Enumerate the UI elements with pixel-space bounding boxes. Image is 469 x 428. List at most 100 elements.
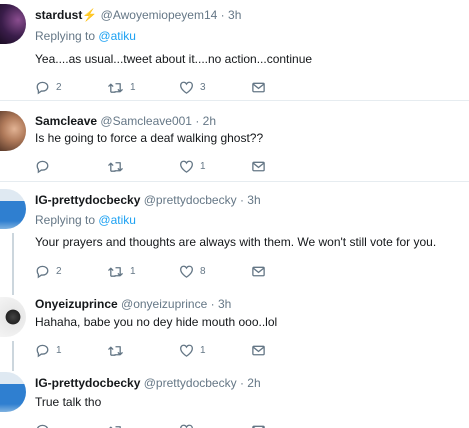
retweet-icon (108, 345, 123, 356)
like-button[interactable]: 1 (179, 158, 206, 174)
avatar[interactable] (0, 4, 26, 44)
heart-icon (180, 265, 193, 278)
direct-message-button[interactable] (251, 422, 266, 428)
replying-to-label: Replying to (35, 29, 96, 43)
direct-message-button[interactable] (251, 158, 266, 174)
tweet[interactable]: IG-prettydocbecky @prettydocbecky · 3h R… (0, 183, 469, 287)
reply-icon (36, 81, 49, 94)
separator-dot: · (195, 114, 200, 128)
mention-link[interactable]: @atiku (98, 29, 136, 43)
avatar[interactable] (0, 189, 26, 229)
reply-icon (36, 344, 49, 357)
like-count: 3 (200, 81, 206, 93)
user-handle[interactable]: @Awoyemiopeyem14 (101, 8, 218, 22)
reply-count: 2 (56, 81, 62, 93)
heart-icon (180, 424, 193, 428)
tweet[interactable]: IG-prettydocbecky @prettydocbecky · 2h T… (0, 367, 469, 428)
envelope-icon (252, 266, 265, 276)
timestamp[interactable]: 2h (203, 114, 216, 128)
tweet[interactable]: Onyeizuprince @onyeizuprince · 3h Hahaha… (0, 287, 469, 367)
retweet-button[interactable]: 1 (107, 263, 136, 279)
like-button[interactable]: 8 (179, 263, 206, 279)
tweet-text: Hahaha, babe you no dey hide mouth ooo..… (35, 315, 278, 329)
lightning-icon: ⚡ (82, 8, 98, 22)
reply-icon (36, 424, 49, 428)
tweet-header: IG-prettydocbecky @prettydocbecky · 3h (35, 193, 261, 207)
tweet-text: Is he going to force a deaf walking ghos… (35, 131, 264, 145)
tweet-header: Onyeizuprince @onyeizuprince · 3h (35, 297, 231, 311)
tweet-header: Samcleave @Samcleave001 · 2h (35, 114, 216, 128)
envelope-icon (252, 161, 265, 171)
retweet-count: 1 (130, 81, 136, 93)
user-handle[interactable]: @prettydocbecky (144, 376, 237, 390)
reply-button[interactable]: 2 (35, 79, 62, 95)
display-name[interactable]: IG-prettydocbecky (35, 193, 140, 207)
like-button[interactable]: 3 (179, 79, 206, 95)
tweet-header: IG-prettydocbecky @prettydocbecky · 2h (35, 376, 261, 390)
display-name[interactable]: IG-prettydocbecky (35, 376, 140, 390)
replying-to: Replying to @atiku (35, 213, 136, 227)
thread-line (12, 233, 14, 287)
avatar[interactable] (0, 297, 26, 337)
thread-line (12, 367, 14, 371)
heart-icon (180, 160, 193, 173)
like-count: 8 (200, 265, 206, 277)
tweet-actions (35, 422, 275, 428)
replying-to: Replying to @atiku (35, 29, 136, 43)
reply-icon (36, 160, 49, 173)
tweet[interactable]: Samcleave @Samcleave001 · 2h Is he going… (0, 102, 469, 182)
reply-button[interactable]: 2 (35, 263, 62, 279)
like-count: 1 (200, 160, 206, 172)
heart-icon (180, 344, 193, 357)
display-name[interactable]: stardust (35, 8, 82, 22)
tweet-actions: 1 (35, 158, 275, 174)
tweet-text: Your prayers and thoughts are always wit… (35, 235, 437, 249)
like-button[interactable]: 1 (179, 342, 206, 358)
direct-message-button[interactable] (251, 342, 266, 358)
reply-count: 2 (56, 265, 62, 277)
separator-dot: · (220, 8, 225, 22)
timestamp[interactable]: 3h (218, 297, 231, 311)
timestamp[interactable]: 3h (228, 8, 241, 22)
reply-button[interactable] (35, 158, 56, 174)
retweet-button[interactable]: 1 (107, 79, 136, 95)
separator-dot: · (210, 297, 215, 311)
like-button[interactable] (179, 422, 194, 428)
user-handle[interactable]: @Samcleave001 (100, 114, 192, 128)
timestamp[interactable]: 3h (247, 193, 260, 207)
tweet-actions: 2 1 3 (35, 79, 275, 95)
reply-button[interactable] (35, 422, 50, 428)
direct-message-button[interactable] (251, 263, 266, 279)
direct-message-button[interactable] (251, 79, 266, 95)
timestamp[interactable]: 2h (247, 376, 260, 390)
display-name[interactable]: Samcleave (35, 114, 97, 128)
tweet-text: True talk tho (35, 395, 102, 409)
avatar[interactable] (0, 111, 26, 151)
tweet-actions: 1 1 (35, 342, 275, 358)
thread-line (12, 341, 14, 367)
retweet-count: 1 (130, 265, 136, 277)
replying-to-label: Replying to (35, 213, 96, 227)
display-name[interactable]: Onyeizuprince (35, 297, 118, 311)
retweet-icon (108, 425, 121, 428)
retweet-button[interactable] (107, 422, 124, 428)
separator-dot: · (239, 193, 244, 207)
user-handle[interactable]: @prettydocbecky (144, 193, 237, 207)
retweet-icon (108, 266, 123, 277)
reply-icon (36, 265, 49, 278)
tweet-actions: 2 1 8 (35, 263, 275, 279)
tweet-text: Yea....as usual...tweet about it....no a… (35, 52, 313, 66)
retweet-icon (108, 82, 123, 93)
heart-icon (180, 81, 193, 94)
mention-link[interactable]: @atiku (98, 213, 136, 227)
tweet-header: stardust⚡ @Awoyemiopeyem14 · 3h (35, 8, 241, 22)
retweet-button[interactable] (107, 342, 130, 358)
envelope-icon (252, 425, 265, 428)
retweet-button[interactable] (107, 158, 130, 174)
user-handle[interactable]: @onyeizuprince (121, 297, 207, 311)
reply-count: 1 (56, 344, 62, 356)
tweet[interactable]: stardust⚡ @Awoyemiopeyem14 · 3h Replying… (0, 0, 469, 101)
avatar[interactable] (0, 372, 26, 412)
separator-dot: · (239, 376, 244, 390)
reply-button[interactable]: 1 (35, 342, 62, 358)
